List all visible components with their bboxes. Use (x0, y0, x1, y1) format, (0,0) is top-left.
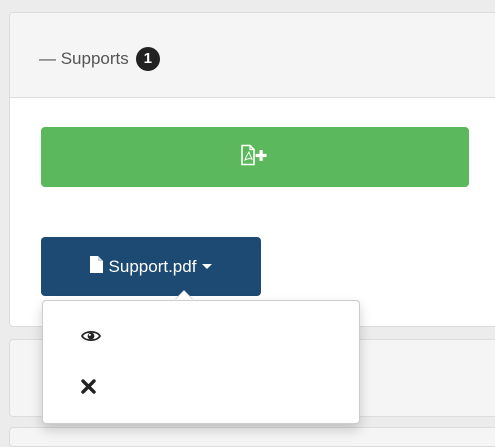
panel-heading[interactable]: — Supports 1 (10, 13, 495, 98)
close-icon (81, 379, 96, 399)
collapsed-panel-2[interactable] (9, 427, 495, 447)
caret-down-icon (202, 264, 213, 269)
file-dropdown-button[interactable]: Support.pdf (41, 237, 261, 296)
view-menu-item[interactable] (43, 318, 359, 358)
file-dropdown-menu (42, 300, 360, 424)
delete-menu-item[interactable] (43, 369, 359, 409)
dropdown-arrow (175, 291, 193, 300)
file-button-label: Support.pdf (108, 256, 197, 276)
supports-panel: — Supports 1 Support.pdf (9, 12, 495, 327)
file-pdf-plus-icon (240, 144, 270, 171)
panel-title-label: — Supports (39, 49, 129, 68)
count-badge: 1 (135, 47, 160, 71)
add-file-button[interactable] (41, 127, 469, 187)
file-icon (89, 255, 103, 278)
eye-icon (80, 329, 102, 348)
panel-title[interactable]: — Supports 1 (39, 47, 160, 71)
